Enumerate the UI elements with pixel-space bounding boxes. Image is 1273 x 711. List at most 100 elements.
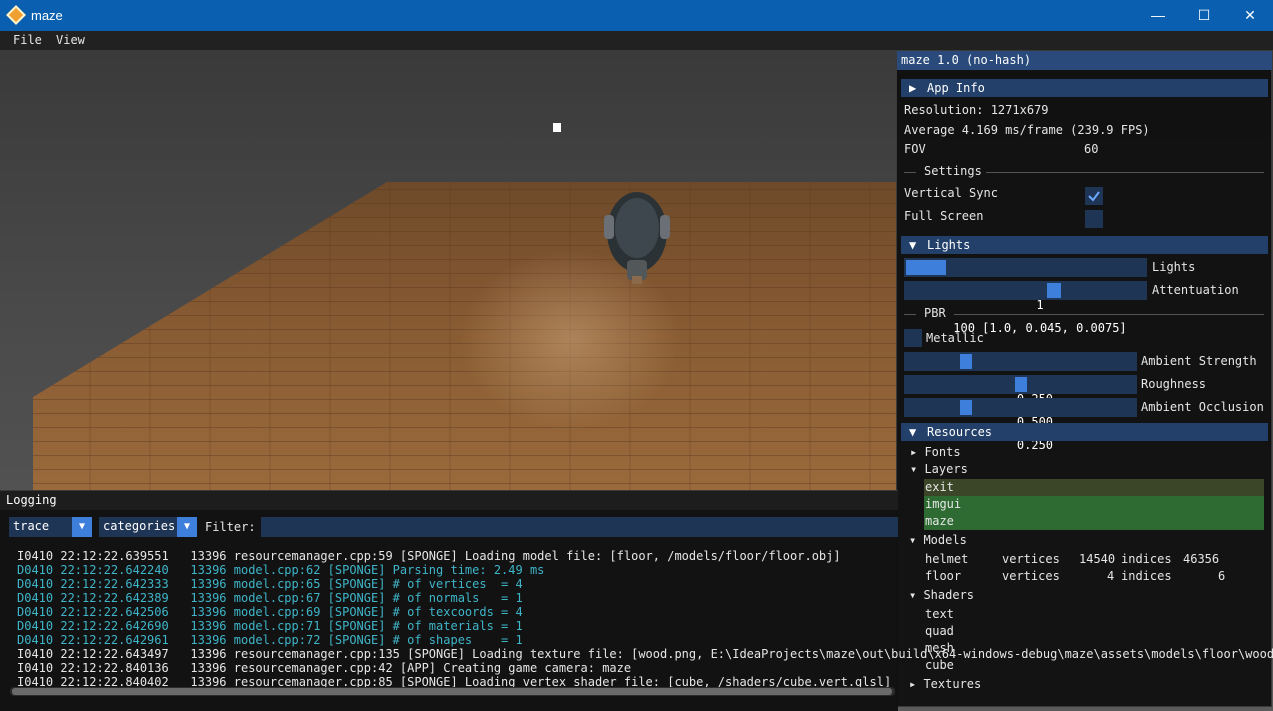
- model-name: floor: [925, 569, 962, 583]
- vsync-checkbox[interactable]: [1085, 187, 1103, 205]
- fonts-label: Fonts: [924, 445, 961, 459]
- textures-node[interactable]: ▸ Textures: [909, 677, 981, 691]
- log-horizontal-scrollbar[interactable]: [10, 687, 895, 696]
- log-scrollbar-thumb[interactable]: [12, 688, 892, 695]
- caret-down-icon: ▼: [909, 425, 917, 439]
- minimize-button[interactable]: —: [1135, 0, 1181, 31]
- shaders-node[interactable]: ▾ Shaders: [909, 588, 974, 602]
- settings-separator-left: [904, 172, 916, 173]
- light-source-marker: [553, 123, 561, 132]
- log-line: I0410 22:12:22.639551 13396 resourcemana…: [17, 549, 841, 563]
- caret-right-icon: ▸: [910, 445, 925, 459]
- caret-right-icon: ▸: [909, 677, 924, 691]
- shaders-label: Shaders: [923, 588, 975, 602]
- roughness-grab: [1015, 377, 1027, 392]
- logging-title[interactable]: Logging: [0, 491, 898, 510]
- log-line: D0410 22:12:22.642506 13396 model.cpp:69…: [17, 605, 523, 619]
- log-line: D0410 22:12:22.642389 13396 model.cpp:67…: [17, 591, 523, 605]
- layer-exit-highlight: [924, 479, 1264, 496]
- logging-window: Logging trace ▼ categories ▼ Filter: I04…: [0, 490, 1273, 711]
- model-indices-label: indices: [1121, 569, 1172, 583]
- fov-label: FOV: [904, 142, 926, 156]
- metallic-label: Metallic: [926, 331, 984, 345]
- caret-down-icon: ▼: [909, 238, 917, 252]
- settings-separator-right: [986, 172, 1264, 173]
- filter-input[interactable]: [261, 517, 898, 537]
- menu-file[interactable]: File: [13, 33, 42, 47]
- log-line: D0410 22:12:22.642961 13396 model.cpp:72…: [17, 633, 523, 647]
- model-indices-label: indices: [1121, 552, 1172, 566]
- log-level-value: trace: [13, 519, 50, 533]
- helmet-model: [604, 192, 670, 284]
- caret-down-icon: ▾: [910, 462, 925, 476]
- model-name: helmet: [925, 552, 969, 566]
- models-node[interactable]: ▾ Models: [909, 533, 967, 547]
- categories-value: categories: [103, 519, 176, 533]
- fov-value: 60: [1084, 142, 1099, 156]
- ambient-strength-slider[interactable]: 0.250: [904, 352, 1137, 406]
- layer-maze-highlight: [924, 513, 1264, 530]
- shader-item[interactable]: text: [925, 607, 954, 621]
- fullscreen-checkbox[interactable]: [1085, 210, 1103, 228]
- app-diamond-icon: [6, 5, 26, 25]
- caret-down-icon: ▾: [909, 533, 924, 547]
- pbr-separator-left: [904, 314, 916, 315]
- attenuation-slider[interactable]: 100 [1.0, 0.045, 0.0075]: [904, 281, 1147, 335]
- caret-down-icon: ▾: [909, 588, 924, 602]
- log-line: D0410 22:12:22.642333 13396 model.cpp:65…: [17, 577, 523, 591]
- attenuation-grab: [1047, 283, 1061, 298]
- maximize-button[interactable]: ☐: [1181, 0, 1227, 31]
- log-line: I0410 22:12:22.840136 13396 resourcemana…: [17, 661, 632, 675]
- menu-bar: File View: [0, 31, 1273, 50]
- model-vertices-label: vertices: [1002, 569, 1060, 583]
- lights-slider-fill: [906, 260, 946, 275]
- ambient-occlusion-slider[interactable]: 0.250: [904, 398, 1137, 452]
- filter-label: Filter:: [205, 520, 256, 534]
- layers-node[interactable]: ▾ Layers: [910, 462, 968, 476]
- fullscreen-label: Full Screen: [904, 209, 984, 223]
- log-line: D0410 22:12:22.642690 13396 model.cpp:71…: [17, 619, 523, 633]
- app-info-header[interactable]: ▶ App Info: [901, 79, 1268, 97]
- ambient-occlusion-label: Ambient Occlusion: [1141, 400, 1264, 414]
- ambient-strength-label: Ambient Strength: [1141, 354, 1257, 368]
- layers-label: Layers: [924, 462, 968, 476]
- layer-item[interactable]: maze: [925, 514, 954, 528]
- model-vertices-label: vertices: [1002, 552, 1060, 566]
- metallic-checkbox[interactable]: [904, 329, 922, 347]
- chevron-down-icon: ▼: [72, 517, 92, 537]
- chevron-down-icon: ▼: [177, 517, 197, 537]
- close-button[interactable]: ✕: [1227, 0, 1273, 31]
- model-indices-value: 46356: [1183, 552, 1220, 566]
- lights-header[interactable]: ▼ Lights: [901, 236, 1268, 254]
- checkmark-icon: [1088, 191, 1100, 202]
- attenuation-label: Attentuation: [1152, 283, 1239, 297]
- window-title: maze: [31, 8, 63, 23]
- ambient-occlusion-grab: [960, 400, 972, 415]
- vsync-label: Vertical Sync: [904, 186, 998, 200]
- frame-time-text: Average 4.169 ms/frame (239.9 FPS): [904, 123, 1150, 137]
- model-vertices-value: 4: [1107, 569, 1115, 583]
- fonts-node[interactable]: ▸ Fonts: [910, 445, 961, 459]
- resources-header[interactable]: ▼ Resources: [901, 423, 1268, 441]
- layer-item[interactable]: imgui: [925, 497, 961, 511]
- pbr-header: PBR: [924, 306, 946, 320]
- app-info-label: App Info: [927, 81, 985, 95]
- categories-select[interactable]: categories ▼: [99, 517, 197, 537]
- log-line: D0410 22:12:22.642240 13396 model.cpp:62…: [17, 563, 545, 577]
- lights-count-slider[interactable]: 1: [904, 258, 1147, 312]
- pbr-separator-right: [954, 314, 1264, 315]
- roughness-slider[interactable]: 0.500: [904, 375, 1137, 429]
- layer-item[interactable]: exit: [925, 480, 954, 494]
- caret-right-icon: ▶: [909, 81, 917, 95]
- model-vertices-value: 14540: [1079, 552, 1116, 566]
- log-level-select[interactable]: trace ▼: [9, 517, 92, 537]
- shader-item[interactable]: quad: [925, 624, 954, 638]
- lights-count-label: Lights: [1152, 260, 1196, 274]
- menu-view[interactable]: View: [56, 33, 85, 47]
- log-line: I0410 22:12:22.840402 13396 resourcemana…: [17, 675, 892, 687]
- layer-imgui-highlight: [924, 496, 1264, 513]
- resolution-text: Resolution: 1271x679: [904, 103, 1049, 117]
- models-label: Models: [923, 533, 967, 547]
- lights-label: Lights: [927, 238, 971, 252]
- panel-title[interactable]: maze 1.0 (no-hash): [897, 51, 1272, 70]
